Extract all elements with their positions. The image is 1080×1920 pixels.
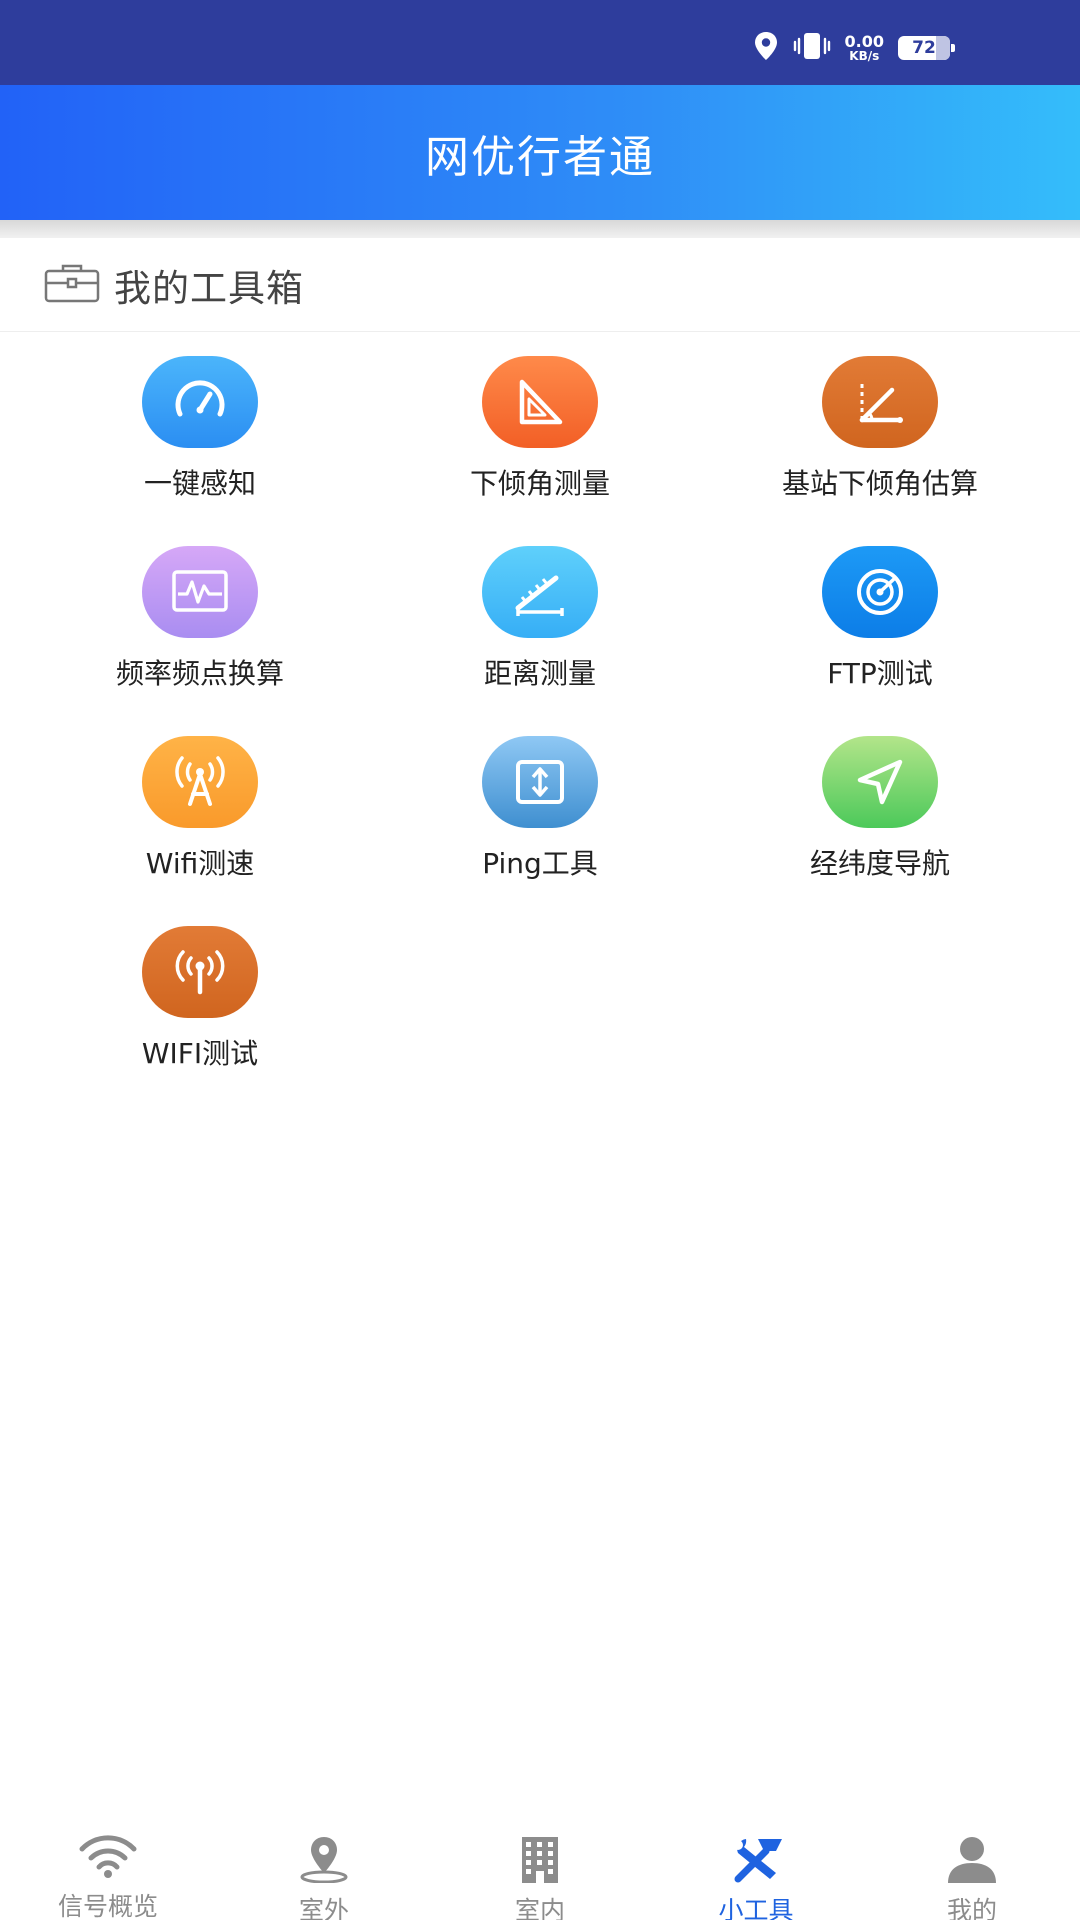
network-speed-unit: KB/s xyxy=(849,49,880,63)
bottom-nav: 信号概览 室外 室内 小工具 我的 xyxy=(0,1815,1080,1920)
tool-label: 频率频点换算 xyxy=(115,657,284,690)
antenna-icon xyxy=(142,926,258,1018)
user-icon xyxy=(942,1835,1002,1887)
tool-distance-measure[interactable]: 距离测量 xyxy=(360,546,720,696)
ruler-icon xyxy=(482,546,598,638)
battery-indicator: 72 xyxy=(898,36,955,60)
ping-arrows-icon xyxy=(482,736,598,828)
nav-label: 室外 xyxy=(298,1896,349,1920)
tool-label: 经纬度导航 xyxy=(809,847,950,880)
wifi-icon xyxy=(78,1835,138,1883)
tool-label: Wifi测速 xyxy=(145,847,255,880)
tool-label: 距离测量 xyxy=(483,657,596,690)
nav-mine[interactable]: 我的 xyxy=(864,1815,1080,1920)
nav-tools[interactable]: 小工具 xyxy=(648,1815,864,1920)
angle-icon xyxy=(822,356,938,448)
set-square-icon xyxy=(482,356,598,448)
header-divider xyxy=(0,220,1080,238)
tool-label: 基站下倾角估算 xyxy=(781,467,978,500)
status-icons: 0.00 KB/s 72 xyxy=(753,30,955,66)
tool-ping[interactable]: Ping工具 xyxy=(360,736,720,886)
tool-label: 一键感知 xyxy=(143,467,256,500)
navigation-arrow-icon xyxy=(822,736,938,828)
network-speed: 0.00 KB/s xyxy=(844,32,884,63)
tool-downtilt-measure[interactable]: 下倾角测量 xyxy=(360,356,720,506)
nav-label: 我的 xyxy=(946,1896,997,1920)
nav-label: 室内 xyxy=(514,1896,565,1920)
building-icon xyxy=(510,1835,570,1887)
network-speed-value: 0.00 xyxy=(844,32,884,51)
app-header: 网优行者通 xyxy=(0,85,1080,220)
app-screen: 0.00 KB/s 72 网优行者通 我的工具箱 一键感知 下倾角测量 基站下倾… xyxy=(0,0,1080,1920)
map-pin-icon xyxy=(294,1835,354,1887)
toolbox-header: 我的工具箱 xyxy=(0,238,1080,332)
app-title: 网优行者通 xyxy=(425,131,655,183)
tool-base-station-downtilt[interactable]: 基站下倾角估算 xyxy=(700,356,1060,506)
tool-label: 下倾角测量 xyxy=(469,467,610,500)
toolbox-title: 我的工具箱 xyxy=(114,266,304,310)
tool-ftp-test[interactable]: FTP测试 xyxy=(700,546,1060,696)
nav-label: 信号概览 xyxy=(57,1892,158,1920)
tool-label: WIFI测试 xyxy=(141,1037,259,1070)
radar-icon xyxy=(822,546,938,638)
nav-outdoor[interactable]: 室外 xyxy=(216,1815,432,1920)
status-bar: 0.00 KB/s 72 xyxy=(0,0,1080,85)
nav-label: 小工具 xyxy=(718,1896,794,1920)
tool-wifi-speed[interactable]: Wifi测速 xyxy=(20,736,380,886)
waveform-icon xyxy=(142,546,258,638)
tool-one-key-sense[interactable]: 一键感知 xyxy=(20,356,380,506)
tool-label: FTP测试 xyxy=(827,657,933,690)
battery-level: 72 xyxy=(912,38,936,58)
nav-signal-overview[interactable]: 信号概览 xyxy=(0,1815,216,1920)
tool-wifi-test[interactable]: WIFI测试 xyxy=(20,926,380,1076)
location-icon xyxy=(753,31,779,65)
vibrate-icon xyxy=(793,31,831,65)
toolbox-icon xyxy=(44,263,100,307)
speedometer-icon xyxy=(142,356,258,448)
tool-frequency-convert[interactable]: 频率频点换算 xyxy=(20,546,380,696)
tools-icon xyxy=(724,1835,788,1887)
signal-tower-icon xyxy=(142,736,258,828)
tool-gps-navigation[interactable]: 经纬度导航 xyxy=(700,736,1060,886)
nav-indoor[interactable]: 室内 xyxy=(432,1815,648,1920)
tool-label: Ping工具 xyxy=(482,847,598,880)
